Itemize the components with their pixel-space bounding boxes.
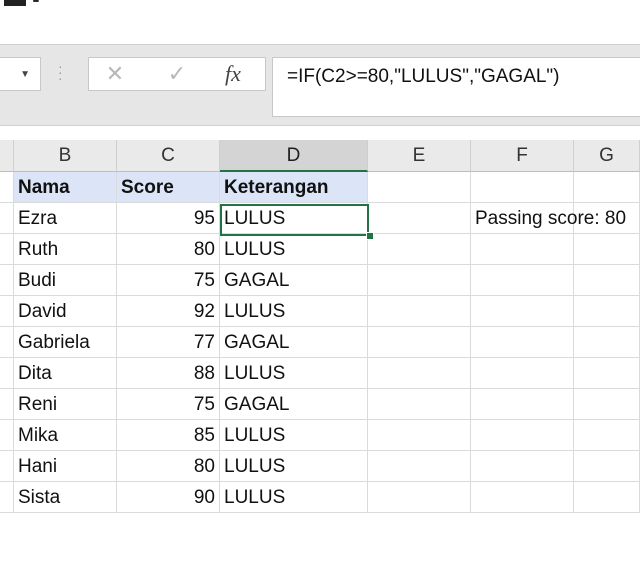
cell-keterangan[interactable]: LULUS bbox=[220, 203, 368, 234]
cell-score[interactable]: 88 bbox=[117, 358, 220, 389]
chevron-down-icon[interactable]: ▼ bbox=[20, 69, 30, 80]
empty-cell[interactable] bbox=[368, 358, 471, 389]
empty-cell[interactable] bbox=[574, 420, 640, 451]
empty-cell[interactable] bbox=[574, 327, 640, 358]
col-header-C[interactable]: C bbox=[117, 140, 220, 172]
col-header-G[interactable]: G bbox=[574, 140, 640, 172]
empty-cell[interactable] bbox=[471, 358, 574, 389]
cell-keterangan[interactable]: LULUS bbox=[220, 358, 368, 389]
cell-nama[interactable]: Reni bbox=[14, 389, 117, 420]
cell-nama[interactable]: Ezra bbox=[14, 203, 117, 234]
cell-keterangan[interactable]: GAGAL bbox=[220, 265, 368, 296]
cell-score[interactable]: 75 bbox=[117, 389, 220, 420]
cell-keterangan[interactable]: GAGAL bbox=[220, 327, 368, 358]
cell-keterangan[interactable]: GAGAL bbox=[220, 389, 368, 420]
empty-cell[interactable] bbox=[574, 389, 640, 420]
empty-cell[interactable] bbox=[574, 234, 640, 265]
formula-bar: ▼ · · · ✕ ✓ fx =IF(C2>=80,"LULUS","GAGAL") bbox=[0, 44, 640, 126]
empty-cell[interactable] bbox=[368, 482, 471, 513]
ribbon-remnant: ▬ ▪ bbox=[0, 0, 640, 44]
empty-cell[interactable] bbox=[368, 327, 471, 358]
empty-cell[interactable] bbox=[574, 451, 640, 482]
empty-cell[interactable] bbox=[471, 420, 574, 451]
empty-cell[interactable] bbox=[471, 172, 574, 203]
cell-nama[interactable]: Mika bbox=[14, 420, 117, 451]
empty-cell[interactable] bbox=[368, 296, 471, 327]
empty-cell[interactable] bbox=[471, 265, 574, 296]
empty-cell[interactable] bbox=[574, 203, 640, 234]
cropped-heading: ▬ ▪ bbox=[4, 0, 64, 6]
cell-score[interactable]: 77 bbox=[117, 327, 220, 358]
header-score[interactable]: Score bbox=[117, 172, 220, 203]
empty-cell[interactable] bbox=[471, 234, 574, 265]
empty-cell[interactable] bbox=[0, 296, 14, 327]
cell-nama[interactable]: Dita bbox=[14, 358, 117, 389]
empty-cell[interactable] bbox=[574, 296, 640, 327]
sheet-footer bbox=[0, 520, 640, 567]
empty-cell[interactable] bbox=[0, 327, 14, 358]
passing-score-note[interactable]: Passing score: 80 bbox=[471, 203, 626, 234]
cell-nama[interactable]: Budi bbox=[14, 265, 117, 296]
empty-cell[interactable] bbox=[574, 172, 640, 203]
empty-cell[interactable] bbox=[0, 358, 14, 389]
cell-score[interactable]: 75 bbox=[117, 265, 220, 296]
formula-input[interactable]: =IF(C2>=80,"LULUS","GAGAL") bbox=[272, 57, 640, 117]
cell-nama[interactable]: Ruth bbox=[14, 234, 117, 265]
col-header-F[interactable]: F bbox=[471, 140, 574, 172]
resize-handle-icon[interactable]: · · · bbox=[58, 59, 64, 85]
empty-cell[interactable] bbox=[574, 482, 640, 513]
empty-cell[interactable] bbox=[0, 482, 14, 513]
empty-cell[interactable] bbox=[368, 234, 471, 265]
col-header-E[interactable]: E bbox=[368, 140, 471, 172]
col-header-B[interactable]: B bbox=[14, 140, 117, 172]
header-nama[interactable]: Nama bbox=[14, 172, 117, 203]
empty-cell[interactable] bbox=[0, 451, 14, 482]
empty-cell[interactable] bbox=[471, 451, 574, 482]
cell-keterangan[interactable]: LULUS bbox=[220, 451, 368, 482]
col-header-A[interactable] bbox=[0, 140, 14, 172]
cell-keterangan[interactable]: LULUS bbox=[220, 482, 368, 513]
empty-cell[interactable] bbox=[0, 265, 14, 296]
empty-cell[interactable] bbox=[471, 482, 574, 513]
empty-cell[interactable] bbox=[574, 265, 640, 296]
empty-cell[interactable] bbox=[368, 451, 471, 482]
cell-keterangan[interactable]: LULUS bbox=[220, 234, 368, 265]
formula-buttons: ✕ ✓ fx bbox=[88, 57, 266, 91]
fill-handle[interactable] bbox=[366, 232, 374, 240]
insert-function-icon[interactable]: fx bbox=[217, 62, 249, 86]
header-keterangan[interactable]: Keterangan bbox=[220, 172, 368, 203]
cell-score[interactable]: 80 bbox=[117, 451, 220, 482]
cell-score[interactable]: 85 bbox=[117, 420, 220, 451]
empty-cell[interactable] bbox=[368, 420, 471, 451]
enter-icon[interactable]: ✓ bbox=[161, 62, 193, 86]
cell-nama[interactable]: Hani bbox=[14, 451, 117, 482]
empty-cell[interactable] bbox=[0, 234, 14, 265]
name-box[interactable]: ▼ bbox=[0, 57, 41, 91]
empty-cell[interactable] bbox=[368, 203, 471, 234]
empty-cell[interactable] bbox=[0, 172, 14, 203]
empty-cell[interactable] bbox=[368, 172, 471, 203]
empty-cell[interactable] bbox=[368, 265, 471, 296]
empty-cell[interactable] bbox=[0, 203, 14, 234]
empty-cell[interactable] bbox=[368, 389, 471, 420]
cell-score[interactable]: 95 bbox=[117, 203, 220, 234]
empty-cell[interactable] bbox=[0, 420, 14, 451]
empty-cell[interactable] bbox=[471, 389, 574, 420]
cell-nama[interactable]: Gabriela bbox=[14, 327, 117, 358]
cell-score[interactable]: 92 bbox=[117, 296, 220, 327]
cell-nama[interactable]: David bbox=[14, 296, 117, 327]
cell-score[interactable]: 80 bbox=[117, 234, 220, 265]
empty-cell[interactable] bbox=[574, 358, 640, 389]
empty-cell[interactable] bbox=[0, 389, 14, 420]
cell-keterangan[interactable]: LULUS bbox=[220, 296, 368, 327]
cell-nama[interactable]: Sista bbox=[14, 482, 117, 513]
empty-cell[interactable] bbox=[471, 296, 574, 327]
cell-keterangan[interactable]: LULUS bbox=[220, 420, 368, 451]
empty-cell[interactable] bbox=[471, 327, 574, 358]
cancel-icon[interactable]: ✕ bbox=[99, 62, 131, 86]
col-header-D[interactable]: D bbox=[220, 140, 368, 172]
cell-score[interactable]: 90 bbox=[117, 482, 220, 513]
